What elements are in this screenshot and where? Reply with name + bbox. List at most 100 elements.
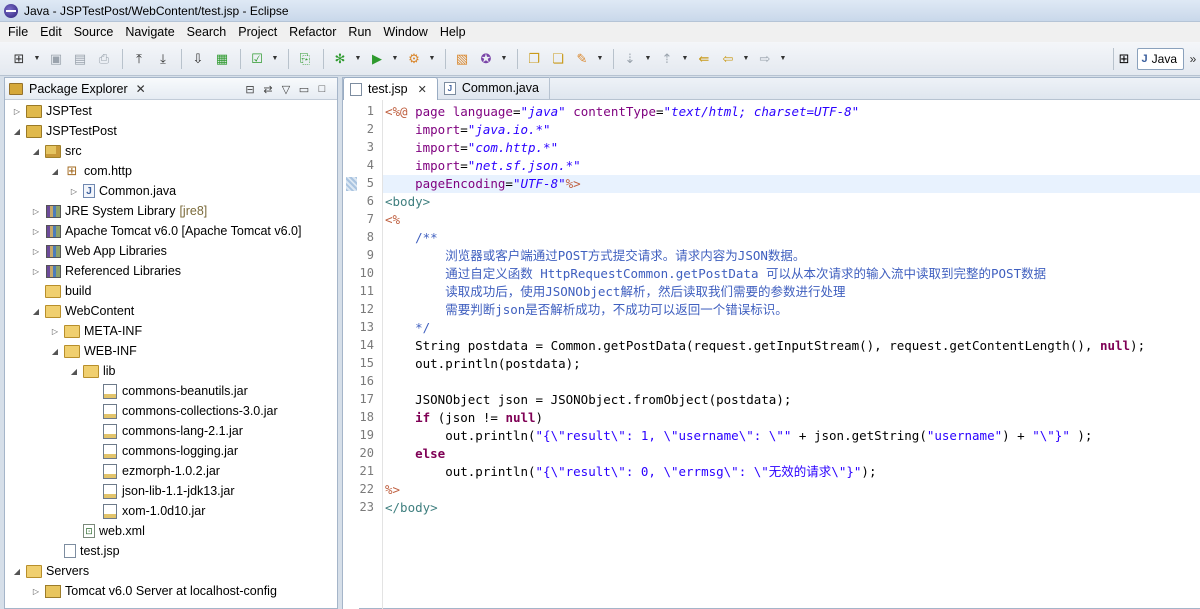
code-line[interactable]: import="net.sf.json.*" xyxy=(385,157,581,175)
search-icon[interactable]: ✎ xyxy=(571,48,593,70)
expanded-icon[interactable]: ◢ xyxy=(49,347,61,356)
code-line[interactable]: 通过自定义函数 HttpRequestCommon.getPostData 可以… xyxy=(385,265,1046,283)
tree-item[interactable]: commons-lang-2.1.jar xyxy=(5,421,337,441)
server-icon[interactable]: ▦ xyxy=(211,48,233,70)
tree-item[interactable]: ◢ src xyxy=(5,141,337,161)
previous-annotation-icon[interactable]: ⇡ xyxy=(656,48,678,70)
tree-item[interactable]: ▷ J Common.java xyxy=(5,181,337,201)
tree-item[interactable]: ◢ Servers xyxy=(5,561,337,581)
menu-edit[interactable]: Edit xyxy=(34,22,68,42)
menu-project[interactable]: Project xyxy=(232,22,283,42)
tree-item[interactable]: ▷ JSPTest xyxy=(5,101,337,121)
tree-item[interactable]: commons-collections-3.0.jar xyxy=(5,401,337,421)
code-line[interactable]: else xyxy=(385,445,445,463)
menu-search[interactable]: Search xyxy=(181,22,233,42)
menu-file[interactable]: File xyxy=(2,22,34,42)
code-editor[interactable]: 1 2 3 4 5 6 7 8 9 10 11 12 13 14 15 16 17 18 19 20 21 22 23 <%… xyxy=(343,100,1200,609)
next-annotation-icon[interactable]: ⇣ xyxy=(619,48,641,70)
tree-item[interactable]: build xyxy=(5,281,337,301)
package-explorer-title[interactable]: Package Explorer xyxy=(29,82,128,96)
menu-help[interactable]: Help xyxy=(434,22,472,42)
import-icon[interactable]: ⤓ xyxy=(152,48,174,70)
open-task-icon[interactable]: ❏ xyxy=(547,48,569,70)
collapsed-icon[interactable]: ▷ xyxy=(30,207,42,216)
task-dropdown-icon[interactable]: ▼ xyxy=(270,48,280,70)
collapsed-icon[interactable]: ▷ xyxy=(30,227,42,236)
menu-source[interactable]: Source xyxy=(68,22,120,42)
tree-item[interactable]: test.jsp xyxy=(5,541,337,561)
tab-common-java[interactable]: J Common.java xyxy=(438,77,550,99)
code-line[interactable]: String postdata = Common.getPostData(req… xyxy=(385,337,1145,355)
tree-item[interactable]: ◢ ⊞ com.http xyxy=(5,161,337,181)
code-line[interactable]: %> xyxy=(385,481,400,499)
forward-dropdown-icon[interactable]: ▼ xyxy=(778,48,788,70)
save-all-icon[interactable]: ▤ xyxy=(69,48,91,70)
collapsed-icon[interactable]: ▷ xyxy=(11,107,23,116)
close-icon[interactable]: ✕ xyxy=(136,82,146,96)
maximize-icon[interactable]: □ xyxy=(313,81,331,97)
tree-item[interactable]: ◢ WEB-INF xyxy=(5,341,337,361)
debug-dropdown-icon[interactable]: ▼ xyxy=(353,48,363,70)
back-dropdown-icon[interactable]: ▼ xyxy=(741,48,751,70)
run-icon[interactable]: ▶ xyxy=(366,48,388,70)
run-dropdown-icon[interactable]: ▼ xyxy=(390,48,400,70)
open-type-icon[interactable]: ⎘ xyxy=(294,48,316,70)
expanded-icon[interactable]: ◢ xyxy=(49,167,61,176)
more-perspectives-icon[interactable]: » xyxy=(1186,52,1200,66)
code-line[interactable]: out.println("{\"result\": 1, \"username\… xyxy=(385,427,1092,445)
minimize-icon[interactable]: ▭ xyxy=(295,81,313,97)
last-edit-location-icon[interactable]: ⇚ xyxy=(693,48,715,70)
next-annotation-dropdown-icon[interactable]: ▼ xyxy=(643,48,653,70)
new-dropdown-icon[interactable]: ▼ xyxy=(32,48,42,70)
external-tools-dropdown-icon[interactable]: ▼ xyxy=(427,48,437,70)
menu-run[interactable]: Run xyxy=(342,22,377,42)
collapsed-icon[interactable]: ▷ xyxy=(49,327,61,336)
print-icon[interactable]: ⎙ xyxy=(93,48,115,70)
save-icon[interactable]: ▣ xyxy=(45,48,67,70)
expanded-icon[interactable]: ◢ xyxy=(30,147,42,156)
code-line[interactable]: JSONObject json = JSONObject.fromObject(… xyxy=(385,391,791,409)
menu-navigate[interactable]: Navigate xyxy=(119,22,180,42)
collapsed-icon[interactable]: ▷ xyxy=(30,587,42,596)
tree-item[interactable]: ◢ WebContent xyxy=(5,301,337,321)
code-line[interactable]: </body> xyxy=(385,499,438,517)
collapse-all-icon[interactable]: ⊟ xyxy=(241,81,259,97)
tree-item[interactable]: ▷ JRE System Library [jre8] xyxy=(5,201,337,221)
new-class-dropdown-icon[interactable]: ▼ xyxy=(499,48,509,70)
tree-item[interactable]: ezmorph-1.0.2.jar xyxy=(5,461,337,481)
collapsed-icon[interactable]: ▷ xyxy=(30,267,42,276)
tree-item[interactable]: json-lib-1.1-jdk13.jar xyxy=(5,481,337,501)
tree-item[interactable]: commons-logging.jar xyxy=(5,441,337,461)
tab-test-jsp[interactable]: test.jsp ✕ xyxy=(343,77,438,100)
code-line[interactable]: out.println(postdata); xyxy=(385,355,581,373)
code-line[interactable]: import="java.io.*" xyxy=(385,121,550,139)
collapsed-icon[interactable]: ▷ xyxy=(68,187,80,196)
expanded-icon[interactable]: ◢ xyxy=(30,307,42,316)
expanded-icon[interactable]: ◢ xyxy=(68,367,80,376)
tree-item[interactable]: ▷ Referenced Libraries xyxy=(5,261,337,281)
code-line[interactable]: if (json != null) xyxy=(385,409,543,427)
tree-item[interactable]: ◢ JSPTestPost xyxy=(5,121,337,141)
code-line[interactable]: */ xyxy=(385,319,430,337)
view-menu-icon[interactable]: ▽ xyxy=(277,81,295,97)
new-java-project-icon[interactable]: ▧ xyxy=(451,48,473,70)
new-class-icon[interactable]: ✪ xyxy=(475,48,497,70)
expanded-icon[interactable]: ◢ xyxy=(11,567,23,576)
close-tab-icon[interactable]: ✕ xyxy=(418,83,427,96)
tree-item[interactable]: ▷ META-INF xyxy=(5,321,337,341)
search-dropdown-icon[interactable]: ▼ xyxy=(595,48,605,70)
new-icon[interactable]: ⊞ xyxy=(8,48,30,70)
code-line[interactable]: 需要判断json是否解析成功，不成功可以返回一个错误标识。 xyxy=(385,301,788,319)
export-icon[interactable]: ⤒ xyxy=(128,48,150,70)
code-line[interactable]: <%@ page language="java" contentType="te… xyxy=(385,103,859,121)
back-icon[interactable]: ⇦ xyxy=(717,48,739,70)
external-tools-icon[interactable]: ⚙ xyxy=(403,48,425,70)
previous-annotation-dropdown-icon[interactable]: ▼ xyxy=(680,48,690,70)
tree-item[interactable]: xom-1.0d10.jar xyxy=(5,501,337,521)
code-line[interactable]: <body> xyxy=(385,193,430,211)
code-line[interactable]: <% xyxy=(385,211,400,229)
tree-item[interactable]: ▷ Web App Libraries xyxy=(5,241,337,261)
expanded-icon[interactable]: ◢ xyxy=(11,127,23,136)
code-line[interactable]: pageEncoding="UTF-8"%> xyxy=(385,175,581,193)
task-icon[interactable]: ☑ xyxy=(246,48,268,70)
